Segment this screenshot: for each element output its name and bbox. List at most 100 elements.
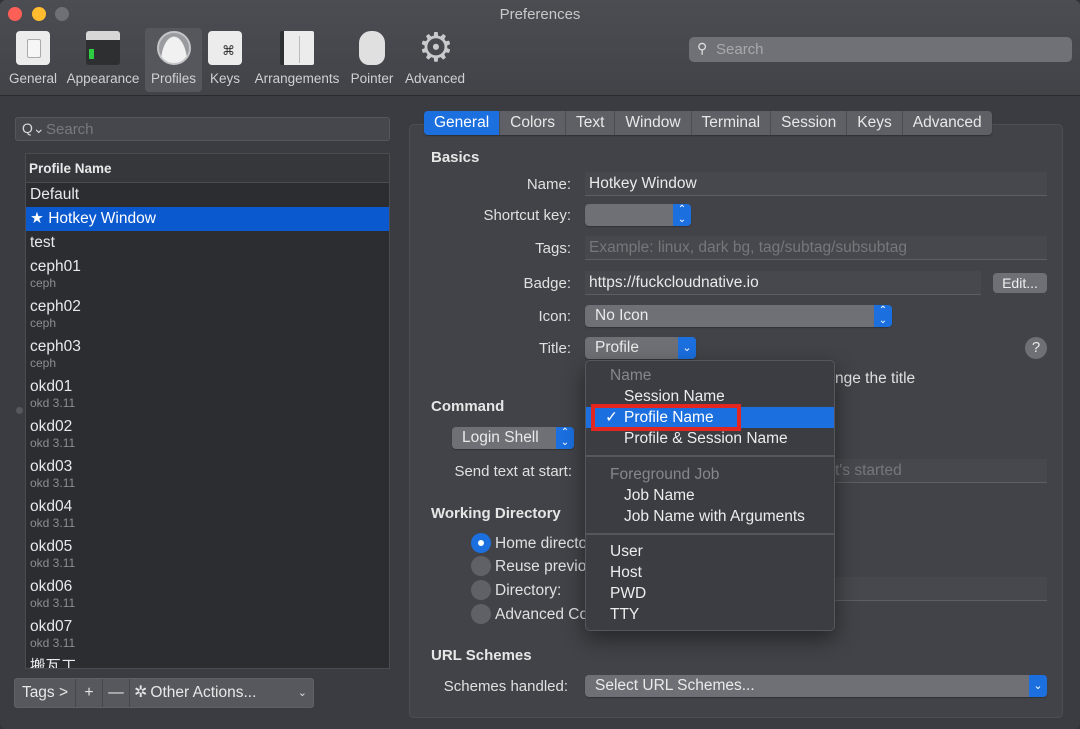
profile-row[interactable]: okd02 okd 3.11	[26, 415, 389, 455]
tags-toggle-button[interactable]: Tags >	[15, 679, 76, 707]
profile-row[interactable]: okd05 okd 3.11	[26, 535, 389, 575]
tab-session[interactable]: Session	[771, 111, 848, 135]
gear-icon: ⚙	[418, 26, 454, 70]
general-icon	[16, 31, 50, 65]
toolbar-appearance[interactable]: Appearance	[64, 28, 142, 92]
menu-item-job-name-with-arguments[interactable]: Job Name with Arguments	[586, 506, 834, 527]
tags-label: Tags:	[535, 240, 571, 257]
profile-tag: okd 3.11	[30, 436, 76, 450]
tags-field[interactable]: Example: linux, dark bg, tag/subtag/subs…	[585, 236, 1047, 260]
keys-icon: ⌘	[208, 31, 242, 65]
chevron-down-icon: ⌄	[678, 337, 696, 359]
shortcut-key-popup[interactable]: ⌃ ⌄	[585, 204, 691, 226]
search-options-icon[interactable]: Q⌄	[22, 120, 45, 137]
menu-item-profile-name[interactable]: ✓ Profile Name	[586, 407, 834, 428]
working-directory-heading: Working Directory	[431, 505, 561, 522]
toolbar-pointer[interactable]: Pointer	[348, 28, 396, 92]
profile-row[interactable]: okd01 okd 3.11	[26, 375, 389, 415]
toolbar-label: Arrangements	[254, 71, 340, 86]
profile-row[interactable]: okd06 okd 3.11	[26, 575, 389, 615]
preferences-search-input[interactable]	[716, 37, 1056, 62]
title-hint-text: nge the title	[835, 370, 916, 387]
toolbar-advanced[interactable]: ⚙ Advanced	[403, 28, 467, 92]
profile-name-column-header[interactable]: Profile Name	[26, 154, 389, 183]
profile-search-input[interactable]	[46, 118, 376, 140]
profile-row[interactable]: ceph01 ceph	[26, 255, 389, 295]
profile-row[interactable]: 搬瓦工	[26, 655, 389, 668]
title-label: Title:	[539, 340, 571, 357]
profile-tag: okd 3.11	[30, 556, 76, 570]
profile-tag: okd 3.11	[30, 396, 76, 410]
pointer-icon	[359, 31, 385, 65]
profile-tag: okd 3.11	[30, 596, 76, 610]
tab-advanced[interactable]: Advanced	[903, 111, 992, 135]
tab-keys[interactable]: Keys	[847, 111, 903, 135]
star-icon: ★	[30, 210, 44, 227]
send-text-label: Send text at start:	[454, 463, 572, 480]
menu-item-session-name[interactable]: Session Name	[586, 386, 834, 407]
url-schemes-popup[interactable]: Select URL Schemes... ⌄	[585, 675, 1047, 697]
profile-tag: ceph	[30, 276, 57, 290]
profile-row-selected[interactable]: ★ Hotkey Window	[26, 207, 389, 231]
url-schemes-heading: URL Schemes	[431, 647, 532, 664]
command-type-popup[interactable]: Login Shell ⌃ ⌄	[452, 427, 574, 449]
radio-label: Advanced Configuration	[495, 606, 585, 623]
checkmark-icon: ✓	[605, 409, 618, 426]
title-popup[interactable]: Profile ⌄	[585, 337, 696, 359]
schemes-handled-label: Schemes handled:	[443, 678, 568, 695]
menu-section-header: Foreground Job	[610, 466, 720, 483]
menu-item-user[interactable]: User	[586, 541, 834, 562]
window-title: Preferences	[499, 6, 581, 23]
menu-item-host[interactable]: Host	[586, 562, 834, 583]
toolbar-general[interactable]: General	[6, 28, 60, 92]
profile-row[interactable]: Default	[26, 183, 389, 207]
radio-home-directory[interactable]	[471, 533, 491, 553]
radio-directory[interactable]	[471, 580, 491, 600]
remove-profile-button[interactable]: —	[103, 679, 130, 707]
radio-reuse-previous[interactable]	[471, 556, 491, 576]
chevron-down-icon: ⌄	[297, 687, 307, 699]
badge-field[interactable]: https://fuckcloudnative.io	[585, 271, 981, 295]
menu-item-profile-session-name[interactable]: Profile & Session Name	[586, 428, 834, 449]
chevron-down-icon: ⌄	[1029, 675, 1047, 697]
profile-row[interactable]: test	[26, 231, 389, 255]
tab-general[interactable]: General	[424, 111, 501, 135]
tab-window[interactable]: Window	[615, 111, 692, 135]
add-profile-button[interactable]: +	[76, 679, 103, 707]
radio-label: Home directory	[495, 535, 585, 552]
profile-search[interactable]: Q⌄	[15, 117, 390, 141]
name-field[interactable]: Hotkey Window	[585, 172, 1047, 196]
badge-label: Badge:	[523, 275, 571, 292]
preferences-search[interactable]: ⚲	[689, 37, 1072, 62]
split-handle[interactable]	[16, 407, 23, 414]
badge-edit-button[interactable]: Edit...	[993, 273, 1047, 293]
profile-tag: okd 3.11	[30, 476, 76, 490]
profile-row[interactable]: okd04 okd 3.11	[26, 495, 389, 535]
appearance-icon	[86, 31, 120, 65]
profile-tabs: General Colors Text Window Terminal Sess…	[424, 111, 992, 135]
profile-row[interactable]: ceph02 ceph	[26, 295, 389, 335]
radio-advanced-configuration[interactable]	[471, 604, 491, 624]
radio-label: Reuse previous session's directory	[495, 558, 585, 575]
menu-section-header: Name	[610, 367, 652, 384]
search-icon: ⚲	[697, 40, 708, 56]
menu-item-job-name[interactable]: Job Name	[586, 485, 834, 506]
icon-label: Icon:	[538, 308, 571, 325]
toolbar-arrangements[interactable]: Arrangements	[252, 28, 342, 92]
toolbar-keys[interactable]: ⌘ Keys	[206, 28, 244, 92]
up-down-chevron-icon: ⌃ ⌄	[556, 427, 574, 449]
preferences-window: Preferences General Appearance Profiles …	[0, 0, 1080, 729]
profile-row[interactable]: okd03 okd 3.11	[26, 455, 389, 495]
title-dropdown-menu: Name Session Name ✓ Profile Name Profile…	[585, 360, 835, 631]
help-button[interactable]: ?	[1025, 337, 1047, 359]
menu-item-pwd[interactable]: PWD	[586, 583, 834, 604]
tab-text[interactable]: Text	[566, 111, 616, 135]
tab-terminal[interactable]: Terminal	[692, 111, 772, 135]
profile-row[interactable]: ceph03 ceph	[26, 335, 389, 375]
menu-item-tty[interactable]: TTY	[586, 604, 834, 625]
other-actions-button[interactable]: ✲ Other Actions... ⌄	[130, 679, 313, 707]
profile-row[interactable]: okd07 okd 3.11	[26, 615, 389, 655]
toolbar-profiles[interactable]: Profiles	[145, 28, 202, 92]
icon-popup[interactable]: No Icon ⌃ ⌄	[585, 305, 892, 327]
tab-colors[interactable]: Colors	[500, 111, 566, 135]
